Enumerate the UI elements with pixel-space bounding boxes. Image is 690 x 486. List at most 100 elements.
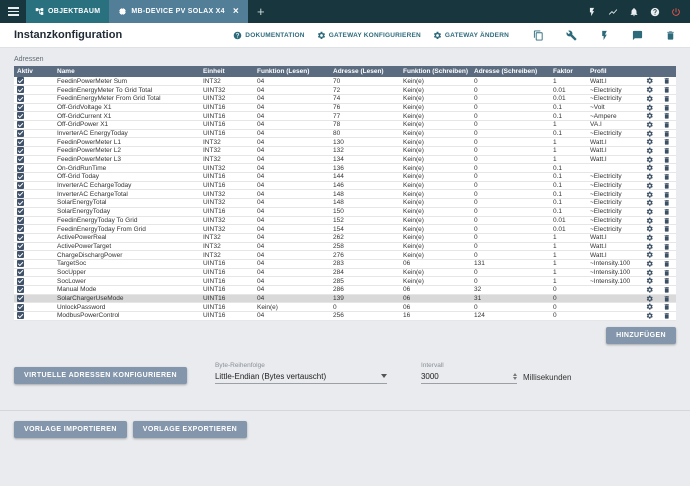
row-settings-button[interactable]: [642, 155, 658, 164]
active-checkbox[interactable]: [17, 86, 24, 93]
table-row[interactable]: ActivePowerTargetINT3204258Kein(e)01Watt…: [14, 242, 676, 251]
row-delete-button[interactable]: [658, 181, 676, 190]
export-template-button[interactable]: VORLAGE EXPORTIEREN: [133, 421, 247, 438]
close-tab-icon[interactable]: ×: [233, 7, 239, 17]
row-delete-button[interactable]: [658, 155, 676, 164]
table-row[interactable]: ChargeDischargPowerINT3204276Kein(e)01Wa…: [14, 251, 676, 260]
active-checkbox[interactable]: [17, 156, 24, 163]
table-row[interactable]: ModbusPowerControlUINT1604256161240: [14, 312, 676, 321]
table-row[interactable]: TargetSocUINT1604283061311~Intensity.100: [14, 259, 676, 268]
active-checkbox[interactable]: [17, 112, 24, 119]
table-row[interactable]: FeedinEnergyMeter From Grid TotalUINT320…: [14, 94, 676, 103]
active-checkbox[interactable]: [17, 304, 24, 311]
row-settings-button[interactable]: [642, 251, 658, 260]
row-delete-button[interactable]: [658, 173, 676, 182]
table-row[interactable]: Off-Grid TodayUINT1604144Kein(e)00.1~Ele…: [14, 173, 676, 182]
active-checkbox[interactable]: [17, 147, 24, 154]
row-delete-button[interactable]: [658, 312, 676, 321]
trash-icon[interactable]: [665, 30, 676, 41]
row-settings-button[interactable]: [642, 259, 658, 268]
active-checkbox[interactable]: [17, 225, 24, 232]
active-checkbox[interactable]: [17, 208, 24, 215]
table-row[interactable]: Off-GridVoltage X1UINT160476Kein(e)00.1~…: [14, 103, 676, 112]
active-checkbox[interactable]: [17, 312, 24, 319]
table-row[interactable]: InverterAC EchargeTodayUINT1604146Kein(e…: [14, 181, 676, 190]
table-row[interactable]: InverterAC EchargeTotalUINT3204148Kein(e…: [14, 190, 676, 199]
active-checkbox[interactable]: [17, 199, 24, 206]
configure-virtual-addresses-button[interactable]: VIRTUELLE ADRESSEN KONFIGURIEREN: [14, 367, 187, 384]
table-row[interactable]: SolarEnergyTotalUINT3204148Kein(e)00.1~E…: [14, 199, 676, 208]
active-checkbox[interactable]: [17, 260, 24, 267]
row-delete-button[interactable]: [658, 94, 676, 103]
table-row[interactable]: SolarEnergyTodayUINT1604150Kein(e)00.1~E…: [14, 207, 676, 216]
row-delete-button[interactable]: [658, 199, 676, 208]
row-settings-button[interactable]: [642, 164, 658, 173]
row-settings-button[interactable]: [642, 77, 658, 86]
help-icon[interactable]: [650, 7, 660, 17]
row-settings-button[interactable]: [642, 216, 658, 225]
add-address-button[interactable]: HINZUFÜGEN: [606, 327, 676, 344]
active-checkbox[interactable]: [17, 139, 24, 146]
table-row[interactable]: Off-GridPower X1UINT160478Kein(e)01VA.I: [14, 120, 676, 129]
active-checkbox[interactable]: [17, 217, 24, 224]
table-row[interactable]: FeedinPowerMeter SumINT320470Kein(e)01Wa…: [14, 77, 676, 86]
table-row[interactable]: Off-GridCurrent X1UINT160477Kein(e)00.1~…: [14, 112, 676, 121]
row-settings-button[interactable]: [642, 286, 658, 295]
row-delete-button[interactable]: [658, 164, 676, 173]
table-row[interactable]: UnlockPasswordUINT16Kein(e)00600: [14, 303, 676, 312]
row-settings-button[interactable]: [642, 94, 658, 103]
bolt-icon[interactable]: [587, 7, 597, 17]
row-settings-button[interactable]: [642, 181, 658, 190]
row-delete-button[interactable]: [658, 286, 676, 295]
row-settings-button[interactable]: [642, 138, 658, 147]
row-delete-button[interactable]: [658, 251, 676, 260]
table-row[interactable]: FeedinEnergyToday To GridUINT3204152Kein…: [14, 216, 676, 225]
table-row[interactable]: Manual ModeUINT160428606320: [14, 286, 676, 295]
row-delete-button[interactable]: [658, 225, 676, 234]
interval-input[interactable]: 3000: [421, 372, 517, 384]
row-settings-button[interactable]: [642, 207, 658, 216]
active-checkbox[interactable]: [17, 234, 24, 241]
row-settings-button[interactable]: [642, 103, 658, 112]
row-delete-button[interactable]: [658, 277, 676, 286]
table-row[interactable]: SocLowerUINT1604285Kein(e)01~Intensity.1…: [14, 277, 676, 286]
tab-mb-device[interactable]: MB-DEVICE PV SOLAX X4 ×: [109, 0, 248, 23]
row-delete-button[interactable]: [658, 103, 676, 112]
import-template-button[interactable]: VORLAGE IMPORTIEREN: [14, 421, 127, 438]
row-settings-button[interactable]: [642, 303, 658, 312]
row-delete-button[interactable]: [658, 77, 676, 86]
row-settings-button[interactable]: [642, 242, 658, 251]
row-settings-button[interactable]: [642, 277, 658, 286]
row-delete-button[interactable]: [658, 86, 676, 95]
row-settings-button[interactable]: [642, 190, 658, 199]
row-settings-button[interactable]: [642, 199, 658, 208]
table-row[interactable]: On-GridRunTimeUINT3204136Kein(e)00.1: [14, 164, 676, 173]
gateway-change-button[interactable]: GATEWAY ÄNDERN: [433, 31, 509, 40]
table-row[interactable]: SocUpperUINT1604284Kein(e)01~Intensity.1…: [14, 268, 676, 277]
table-row[interactable]: FeedinPowerMeter L3INT3204134Kein(e)01Wa…: [14, 155, 676, 164]
row-settings-button[interactable]: [642, 294, 658, 303]
tab-objektbaum[interactable]: OBJEKTBAUM: [26, 0, 109, 23]
interval-stepper[interactable]: [513, 373, 517, 380]
row-settings-button[interactable]: [642, 225, 658, 234]
table-row[interactable]: SolarChargerUseModeUINT160413906310: [14, 294, 676, 303]
active-checkbox[interactable]: [17, 243, 24, 250]
active-checkbox[interactable]: [17, 130, 24, 137]
row-delete-button[interactable]: [658, 294, 676, 303]
active-checkbox[interactable]: [17, 95, 24, 102]
row-delete-button[interactable]: [658, 120, 676, 129]
row-delete-button[interactable]: [658, 129, 676, 138]
row-delete-button[interactable]: [658, 268, 676, 277]
active-checkbox[interactable]: [17, 104, 24, 111]
active-checkbox[interactable]: [17, 269, 24, 276]
active-checkbox[interactable]: [17, 191, 24, 198]
row-delete-button[interactable]: [658, 147, 676, 156]
documentation-button[interactable]: DOKUMENTATION: [233, 31, 304, 40]
chat-icon[interactable]: [632, 30, 643, 41]
row-settings-button[interactable]: [642, 268, 658, 277]
bolt-icon[interactable]: [599, 30, 610, 41]
row-settings-button[interactable]: [642, 86, 658, 95]
new-tab-button[interactable]: +: [248, 0, 274, 23]
row-delete-button[interactable]: [658, 242, 676, 251]
power-icon[interactable]: [671, 7, 681, 17]
